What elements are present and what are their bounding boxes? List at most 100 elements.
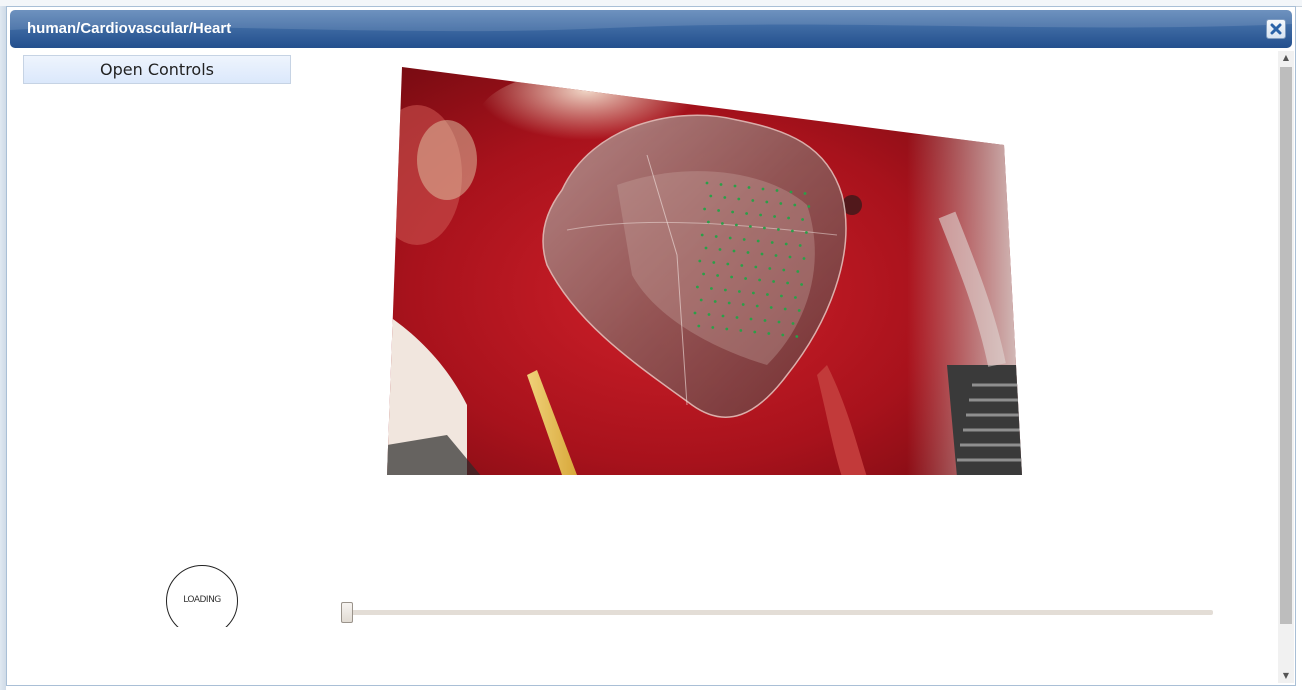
marker-dot bbox=[741, 303, 745, 306]
marker-dot bbox=[719, 183, 723, 186]
marker-dot bbox=[703, 207, 706, 211]
marker-dot bbox=[801, 218, 804, 221]
marker-dot bbox=[723, 196, 727, 199]
marker-dot bbox=[726, 262, 730, 266]
marker-dot bbox=[727, 301, 731, 305]
marker-dot bbox=[740, 264, 744, 267]
marker-dot bbox=[784, 242, 788, 246]
loading-mask bbox=[157, 627, 257, 647]
viewer-dialog: human/Cardiovascular/Heart Open Controls bbox=[6, 6, 1296, 686]
marker-dot bbox=[745, 212, 748, 215]
marker-dot bbox=[738, 290, 741, 293]
marker-dot bbox=[774, 254, 778, 257]
marker-dot bbox=[717, 209, 720, 212]
marker-dot bbox=[754, 265, 758, 269]
marker-dot bbox=[807, 205, 811, 208]
marker-dot bbox=[800, 283, 803, 286]
marker-dot bbox=[746, 251, 750, 254]
marker-dot bbox=[791, 229, 794, 233]
marker-dot bbox=[781, 333, 785, 337]
marker-dot bbox=[742, 238, 746, 241]
marker-dot bbox=[749, 225, 752, 228]
marker-dot bbox=[763, 226, 766, 230]
marker-dot bbox=[755, 304, 759, 308]
heart-3d-viewer[interactable] bbox=[387, 65, 1027, 477]
marker-dot bbox=[697, 324, 701, 328]
vertical-scrollbar[interactable]: ▲ ▼ bbox=[1278, 51, 1294, 683]
marker-dot bbox=[716, 274, 719, 277]
marker-dot bbox=[693, 311, 697, 315]
marker-dot bbox=[721, 222, 724, 225]
marker-dot bbox=[780, 294, 783, 298]
marker-dot bbox=[783, 307, 787, 311]
scrollbar-thumb[interactable] bbox=[1280, 67, 1292, 624]
marker-dot bbox=[777, 320, 781, 324]
marker-dot bbox=[770, 241, 774, 244]
marker-dot bbox=[725, 327, 729, 331]
marker-dot bbox=[766, 293, 769, 296]
marker-dot bbox=[797, 309, 801, 312]
marker-dot bbox=[775, 189, 779, 192]
marker-dot bbox=[772, 280, 775, 283]
marker-dot bbox=[765, 200, 769, 204]
marker-dot bbox=[718, 248, 722, 251]
marker-dot bbox=[787, 216, 790, 220]
marker-dot bbox=[777, 228, 780, 231]
dialog-title: human/Cardiovascular/Heart bbox=[27, 20, 232, 37]
marker-dot bbox=[795, 335, 799, 338]
marker-dot bbox=[705, 181, 709, 185]
marker-dot bbox=[779, 202, 783, 205]
marker-dot bbox=[730, 275, 733, 279]
marker-dot bbox=[759, 213, 762, 217]
marker-dot bbox=[700, 233, 704, 237]
timeline-slider-handle[interactable] bbox=[341, 602, 353, 623]
marker-dot bbox=[747, 186, 751, 189]
marker-dot bbox=[751, 199, 755, 202]
marker-dot bbox=[739, 329, 743, 332]
marker-dot bbox=[749, 317, 753, 321]
marker-dot bbox=[794, 296, 797, 299]
timeline-slider-track[interactable] bbox=[343, 610, 1213, 615]
loading-label: LOADING bbox=[183, 595, 221, 605]
marker-dot bbox=[704, 246, 708, 250]
marker-dot bbox=[760, 252, 764, 256]
marker-dot bbox=[711, 326, 715, 329]
close-button[interactable] bbox=[1266, 19, 1286, 39]
marker-dot bbox=[724, 288, 727, 292]
marker-dot bbox=[714, 235, 718, 238]
marker-dot bbox=[737, 197, 741, 201]
marker-dot bbox=[793, 203, 797, 207]
marker-dot bbox=[769, 306, 773, 309]
marker-dot bbox=[803, 192, 807, 195]
scroll-down-arrow[interactable]: ▼ bbox=[1278, 669, 1294, 683]
marker-dot bbox=[712, 261, 716, 264]
marker-dot bbox=[733, 184, 737, 188]
open-controls-button[interactable]: Open Controls bbox=[23, 55, 291, 84]
marker-dot bbox=[713, 300, 717, 303]
marker-dot bbox=[802, 257, 806, 260]
marker-dot bbox=[696, 285, 699, 289]
marker-dot bbox=[789, 190, 793, 194]
marker-dot bbox=[709, 194, 713, 198]
marker-dot bbox=[768, 267, 772, 270]
marker-dot bbox=[732, 249, 736, 253]
marker-dot bbox=[699, 298, 703, 302]
marker-dot bbox=[767, 332, 771, 335]
marker-dot bbox=[761, 187, 765, 191]
marker-dot bbox=[744, 277, 747, 280]
marker-dot bbox=[798, 244, 802, 247]
marker-dot bbox=[753, 330, 757, 334]
marker-dot bbox=[786, 281, 789, 285]
marker-dot bbox=[791, 322, 795, 325]
marker-dot bbox=[752, 291, 755, 295]
scroll-up-arrow[interactable]: ▲ bbox=[1278, 51, 1294, 65]
marker-dot bbox=[728, 236, 732, 240]
marker-dot bbox=[735, 316, 739, 319]
marker-dot bbox=[710, 287, 713, 290]
marker-dot bbox=[702, 272, 705, 276]
dialog-titlebar[interactable]: human/Cardiovascular/Heart bbox=[10, 10, 1292, 48]
marker-dot bbox=[758, 278, 761, 282]
marker-dot bbox=[698, 259, 702, 263]
marker-dot bbox=[731, 210, 734, 214]
close-icon bbox=[1270, 23, 1282, 35]
